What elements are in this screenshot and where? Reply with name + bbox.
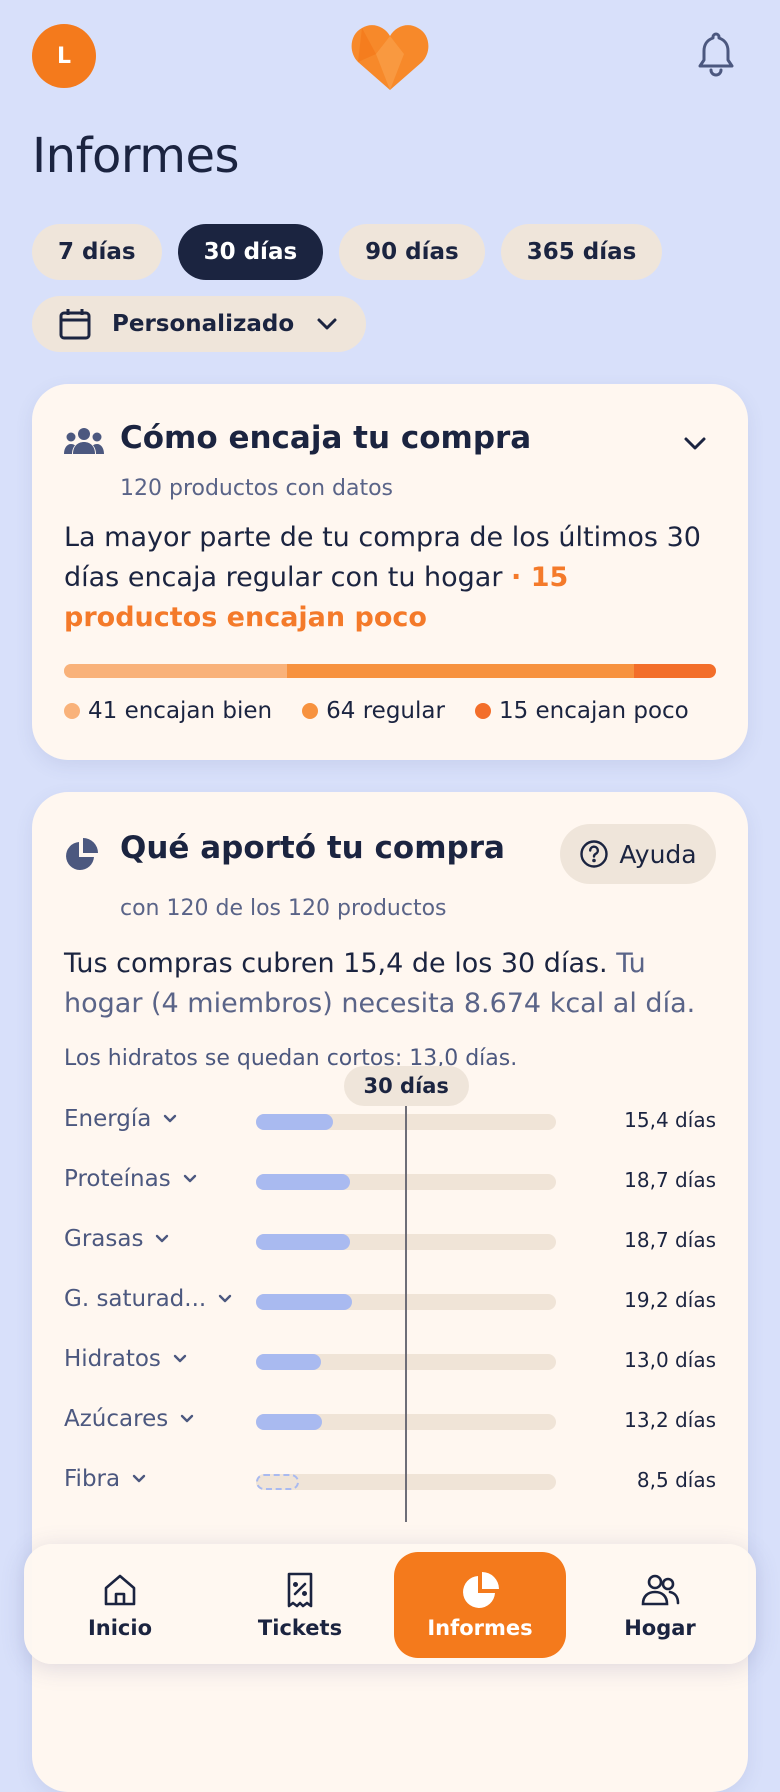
nutrient-name: Grasas	[64, 1226, 144, 1252]
chevron-down-icon[interactable]	[680, 428, 710, 458]
chip-90-days[interactable]: 90 días	[339, 224, 485, 280]
nutrient-label[interactable]: Azúcares	[64, 1406, 196, 1432]
nutrient-bar-fill	[256, 1234, 350, 1250]
calendar-icon	[59, 309, 91, 340]
nutrient-bar-fill	[256, 1174, 350, 1190]
fit-legend: 41 encajan bien 64 regular 15 encajan po…	[64, 698, 689, 724]
custom-range-button[interactable]: Personalizado	[32, 296, 367, 352]
nutrient-value: 18,7 días	[624, 1168, 716, 1192]
nutrient-value: 15,4 días	[624, 1108, 716, 1132]
contribution-card-title: Qué aportó tu compra	[120, 830, 505, 866]
legend-dot-good	[64, 703, 80, 719]
chevron-down-icon	[132, 1474, 146, 1483]
nutrient-name: Energía	[64, 1106, 152, 1132]
nutrient-name: Proteínas	[64, 1166, 171, 1192]
nav-label-tickets: Tickets	[257, 1616, 343, 1640]
chevron-down-icon	[317, 318, 337, 330]
notification-bell-icon[interactable]	[690, 28, 742, 80]
nav-label-inicio: Inicio	[87, 1616, 153, 1640]
nutrient-row[interactable]: Hidratos 13,0 días	[32, 1342, 748, 1382]
nutrient-label[interactable]: Proteínas	[64, 1166, 199, 1192]
fit-card-summary: La mayor parte de tu compra de los últim…	[64, 518, 704, 638]
legend-regular: 64 regular	[302, 698, 445, 724]
nutrient-bar-fill	[256, 1474, 299, 1490]
nutrient-label[interactable]: Energía	[64, 1106, 179, 1132]
nutrient-label[interactable]: G. saturad...	[64, 1286, 234, 1312]
legend-good-label: 41 encajan bien	[88, 698, 273, 724]
chevron-down-icon	[156, 1234, 169, 1243]
people-icon	[641, 1574, 680, 1606]
nav-label-informes: Informes	[427, 1616, 533, 1640]
nutrient-name: G. saturad...	[64, 1286, 207, 1312]
contribution-summary: Tus compras cubren 15,4 de los 30 días. …	[64, 944, 724, 1024]
nutrient-bar-fill	[256, 1354, 321, 1370]
fit-segment-poor	[634, 664, 716, 678]
nutrient-row[interactable]: G. saturad... 19,2 días	[32, 1282, 748, 1322]
period-chips: 7 días 30 días 90 días 365 días	[32, 224, 663, 280]
chip-7-days[interactable]: 7 días	[32, 224, 162, 280]
nutrient-row[interactable]: Azúcares 13,2 días	[32, 1402, 748, 1442]
nutrient-bar-fill	[256, 1294, 352, 1310]
chip-365-days[interactable]: 365 días	[500, 224, 663, 280]
help-label: Ayuda	[619, 839, 697, 869]
nutrient-row[interactable]: Fibra 8,5 días	[32, 1462, 748, 1502]
legend-good: 41 encajan bien	[64, 698, 272, 724]
nav-item-inicio[interactable]: Inicio	[34, 1552, 206, 1658]
pie-chart-icon	[463, 1572, 499, 1608]
contribution-summary-main: Tus compras cubren 15,4 de los 30 días.	[64, 948, 608, 979]
nutrient-name: Fibra	[64, 1466, 121, 1492]
chevron-down-icon	[164, 1114, 177, 1123]
pie-chart-icon	[66, 838, 98, 870]
page-title: Informes	[32, 128, 240, 184]
help-button[interactable]: Ayuda	[560, 824, 716, 884]
nutrient-label[interactable]: Grasas	[64, 1226, 171, 1252]
nutrient-value: 13,2 días	[624, 1408, 716, 1432]
fit-card-subtitle: 120 productos con datos	[120, 476, 394, 501]
heart-logo-icon	[351, 25, 429, 90]
nutrient-row[interactable]: Grasas 18,7 días	[32, 1222, 748, 1262]
nutrient-value: 19,2 días	[624, 1288, 716, 1312]
nutrient-label[interactable]: Fibra	[64, 1466, 148, 1492]
home-icon	[104, 1574, 136, 1606]
fit-segment-good	[64, 664, 287, 678]
nutrient-name: Azúcares	[64, 1406, 169, 1432]
fit-summary-text: La mayor parte de tu compra de los últim…	[64, 522, 701, 593]
question-circle-icon	[580, 840, 609, 868]
nav-item-hogar[interactable]: Hogar	[574, 1552, 746, 1658]
nutrient-row[interactable]: Energía 15,4 días	[32, 1102, 748, 1142]
fit-card-title: Cómo encaja tu compra	[120, 420, 532, 456]
chevron-down-icon	[181, 1414, 194, 1423]
nav-item-informes[interactable]: Informes	[394, 1552, 566, 1658]
avatar[interactable]: L	[32, 24, 96, 88]
fit-card: Cómo encaja tu compra 120 productos con …	[32, 384, 748, 760]
fit-segment-regular	[286, 664, 635, 678]
chip-30-days[interactable]: 30 días	[177, 224, 324, 280]
nutrient-name: Hidratos	[64, 1346, 161, 1372]
nav-item-tickets[interactable]: Tickets	[214, 1552, 386, 1658]
receipt-icon	[287, 1572, 313, 1608]
fit-distribution-bar	[64, 664, 716, 678]
target-days-marker-line	[405, 1106, 407, 1522]
legend-regular-label: 64 regular	[326, 698, 445, 724]
nutrient-value: 8,5 días	[636, 1468, 716, 1492]
bottom-navigation: Inicio Tickets Informes Hogar	[24, 1544, 756, 1664]
nav-label-hogar: Hogar	[624, 1616, 696, 1640]
nutrient-bar-fill	[256, 1414, 322, 1430]
nutrient-label[interactable]: Hidratos	[64, 1346, 189, 1372]
target-days-marker-label: 30 días	[343, 1066, 469, 1106]
nutrient-value: 18,7 días	[624, 1228, 716, 1252]
chevron-down-icon	[219, 1294, 232, 1303]
legend-poor-label: 15 encajan poco	[498, 698, 689, 724]
legend-dot-poor	[474, 703, 491, 719]
nutrient-bar-fill	[256, 1114, 333, 1130]
nutrient-row[interactable]: Proteínas 18,7 días	[32, 1162, 748, 1202]
nutrient-value: 13,0 días	[624, 1348, 716, 1372]
chevron-down-icon	[173, 1354, 187, 1363]
legend-poor: 15 encajan poco	[474, 698, 689, 724]
contribution-card-subtitle: con 120 de los 120 productos	[120, 896, 447, 921]
chevron-down-icon	[183, 1174, 196, 1183]
custom-range-label: Personalizado	[112, 311, 295, 337]
legend-dot-regular	[302, 703, 319, 719]
people-group-icon	[64, 428, 104, 454]
